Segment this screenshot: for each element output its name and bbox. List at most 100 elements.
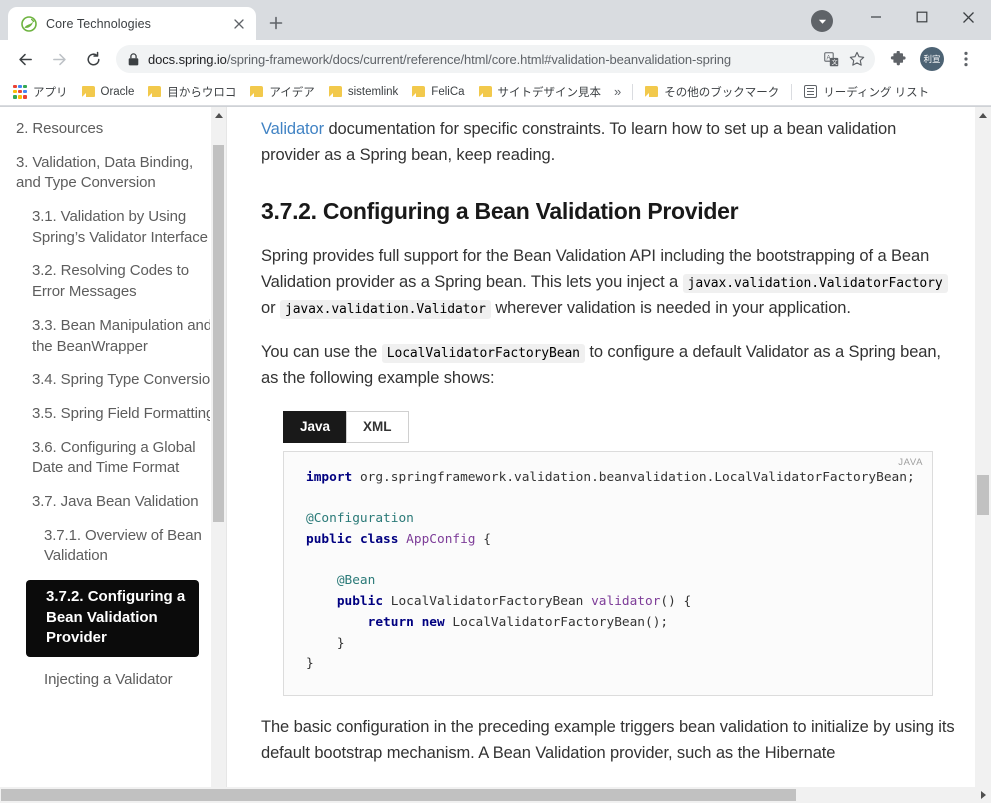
folder-icon bbox=[81, 86, 95, 97]
bookmark-item[interactable]: サイトデザイン見本 bbox=[472, 81, 609, 103]
toc-item-3-7[interactable]: 3.7. Java Bean Validation bbox=[16, 492, 220, 513]
new-tab-button[interactable] bbox=[262, 9, 290, 37]
page-title: 3.7.2. Configuring a Bean Validation Pro… bbox=[261, 197, 739, 224]
minimize-button[interactable] bbox=[853, 0, 899, 34]
bookmark-label: Oracle bbox=[100, 85, 135, 98]
intro-rest: documentation for specific constraints. … bbox=[261, 120, 897, 164]
inline-code-validatorfactory: javax.validation.ValidatorFactory bbox=[682, 273, 948, 293]
toc-item-injecting-validator[interactable]: Injecting a Validator bbox=[16, 670, 220, 691]
toc-sidebar: 2. Resources 3. Validation, Data Binding… bbox=[0, 107, 226, 803]
page-scroll-up-icon[interactable] bbox=[975, 107, 991, 123]
toc-scroll-up-icon[interactable] bbox=[211, 107, 226, 123]
bookmark-item[interactable]: アイデア bbox=[243, 81, 321, 103]
divider bbox=[791, 83, 793, 100]
tab-close-icon[interactable] bbox=[230, 15, 248, 33]
para3-a: You can use the bbox=[261, 343, 382, 362]
tab-java[interactable]: Java bbox=[283, 411, 348, 443]
folder-icon bbox=[478, 86, 492, 97]
folder-icon bbox=[148, 86, 162, 97]
translate-icon[interactable]: A 文 bbox=[819, 47, 843, 71]
para2-b: or bbox=[261, 298, 280, 317]
toc-item-3-6[interactable]: 3.6. Configuring a Global Date and Time … bbox=[16, 438, 220, 479]
maximize-button[interactable] bbox=[899, 0, 945, 34]
bookmark-item[interactable]: Oracle bbox=[75, 81, 142, 103]
toc-item-validation-data-binding[interactable]: 3. Validation, Data Binding, and Type Co… bbox=[16, 153, 220, 194]
reading-list-label: リーディング リスト bbox=[823, 86, 930, 99]
apps-grid-icon bbox=[13, 84, 27, 99]
toc-item-3-5[interactable]: 3.5. Spring Field Formatting bbox=[16, 404, 220, 425]
forward-icon[interactable] bbox=[45, 45, 73, 73]
bookmark-apps[interactable]: アプリ bbox=[6, 81, 75, 103]
bookmarks-bar: アプリ Oracle 目からウロコ アイデア sistemlink FeliCa… bbox=[0, 78, 991, 106]
bookmark-item[interactable]: sistemlink bbox=[322, 81, 405, 103]
folder-icon bbox=[250, 86, 264, 97]
paragraph-you-can-use: You can use the LocalValidatorFactoryBea… bbox=[261, 340, 955, 392]
bookmark-item[interactable]: FeliCa bbox=[405, 81, 471, 103]
toc-scrollbar-thumb[interactable] bbox=[213, 145, 224, 522]
page-horizontal-scrollbar-thumb[interactable] bbox=[1, 789, 796, 801]
toc-item-3-4[interactable]: 3.4. Spring Type Conversion bbox=[16, 370, 220, 391]
paragraph-spring-provides: Spring provides full support for the Bea… bbox=[261, 244, 955, 322]
page-viewport: 2. Resources 3. Validation, Data Binding… bbox=[0, 106, 991, 803]
article-area: Validator documentation for specific con… bbox=[226, 107, 991, 803]
bookmark-item[interactable]: 目からウロコ bbox=[141, 81, 243, 103]
intro-paragraph: Validator documentation for specific con… bbox=[261, 117, 955, 169]
paragraph-basic-configuration: The basic configuration in the preceding… bbox=[261, 717, 955, 762]
address-bar[interactable]: docs.spring.io/spring-framework/docs/cur… bbox=[116, 45, 875, 73]
bookmark-label: アイデア bbox=[269, 86, 315, 99]
tab-title: Core Technologies bbox=[46, 16, 152, 31]
tab-xml[interactable]: XML bbox=[346, 411, 409, 443]
inline-code-validator: javax.validation.Validator bbox=[279, 299, 491, 319]
toc-item-3-1[interactable]: 3.1. Validation by Using Spring’s Valida… bbox=[16, 207, 220, 248]
toc-item-3-2[interactable]: 3.2. Resolving Codes to Error Messages bbox=[16, 261, 220, 302]
folder-icon bbox=[412, 86, 426, 97]
toc-item-resources[interactable]: 2. Resources bbox=[16, 119, 220, 140]
reload-icon[interactable] bbox=[79, 45, 107, 73]
page-vertical-scrollbar[interactable] bbox=[975, 107, 991, 803]
toc-item-3-3[interactable]: 3.3. Bean Manipulation and the BeanWrapp… bbox=[16, 316, 220, 357]
bookmark-label: サイトデザイン見本 bbox=[497, 86, 602, 99]
url-host: docs.spring.io bbox=[148, 51, 227, 67]
other-bookmarks-label: その他のブックマーク bbox=[664, 86, 780, 99]
reading-list-button[interactable]: リーディング リスト bbox=[797, 81, 936, 103]
bookmark-star-icon[interactable] bbox=[845, 47, 869, 71]
divider bbox=[632, 83, 634, 100]
folder-icon bbox=[645, 86, 659, 97]
code-source[interactable]: import org.springframework.validation.be… bbox=[306, 468, 915, 675]
url-text: docs.spring.io/spring-framework/docs/cur… bbox=[148, 52, 817, 67]
toc-list: 2. Resources 3. Validation, Data Binding… bbox=[0, 107, 226, 691]
para2-c: wherever validation is needed in your ap… bbox=[490, 298, 851, 317]
window-controls bbox=[853, 0, 991, 34]
avatar[interactable]: 利宣 bbox=[920, 47, 944, 71]
lock-icon bbox=[128, 52, 139, 66]
profile-chip-icon[interactable] bbox=[811, 10, 833, 32]
bookmark-label: sistemlink bbox=[347, 85, 399, 98]
folder-icon bbox=[328, 86, 342, 97]
tab-strip: Core Technologies bbox=[0, 0, 991, 40]
code-language-tabs: Java XML bbox=[283, 411, 955, 443]
page-scroll-right-icon[interactable] bbox=[975, 787, 991, 803]
validator-link[interactable]: Validator bbox=[261, 120, 324, 138]
page-horizontal-scrollbar[interactable] bbox=[0, 787, 991, 803]
browser-window: Core Technologies docs.spring.io/spring-… bbox=[0, 0, 991, 803]
page-vertical-scrollbar-thumb[interactable] bbox=[977, 475, 989, 515]
bookmark-label: 目からウロコ bbox=[167, 86, 237, 99]
back-icon[interactable] bbox=[11, 45, 39, 73]
browser-tab[interactable]: Core Technologies bbox=[8, 7, 256, 40]
bookmarks-overflow-icon[interactable]: » bbox=[608, 81, 627, 103]
toc-scrollbar[interactable] bbox=[210, 107, 226, 803]
reading-list-icon bbox=[804, 85, 818, 98]
toc-item-3-7-2-active[interactable]: 3.7.2. Configuring a Bean Validation Pro… bbox=[26, 580, 199, 658]
other-bookmarks-button[interactable]: その他のブックマーク bbox=[638, 81, 786, 103]
inline-code-localvalidatorfactorybean: LocalValidatorFactoryBean bbox=[381, 344, 585, 364]
code-language-badge: JAVA bbox=[898, 456, 923, 468]
url-path: /spring-framework/docs/current/reference… bbox=[226, 51, 732, 67]
bookmark-apps-label: アプリ bbox=[33, 86, 68, 99]
bookmark-label: FeliCa bbox=[431, 85, 465, 98]
chrome-menu-icon[interactable] bbox=[952, 45, 980, 73]
article-content: Validator documentation for specific con… bbox=[227, 107, 991, 767]
spring-leaf-icon bbox=[20, 15, 37, 32]
close-window-button[interactable] bbox=[945, 0, 991, 34]
toc-item-3-7-1[interactable]: 3.7.1. Overview of Bean Validation bbox=[16, 526, 220, 567]
extensions-puzzle-icon[interactable] bbox=[884, 45, 912, 73]
